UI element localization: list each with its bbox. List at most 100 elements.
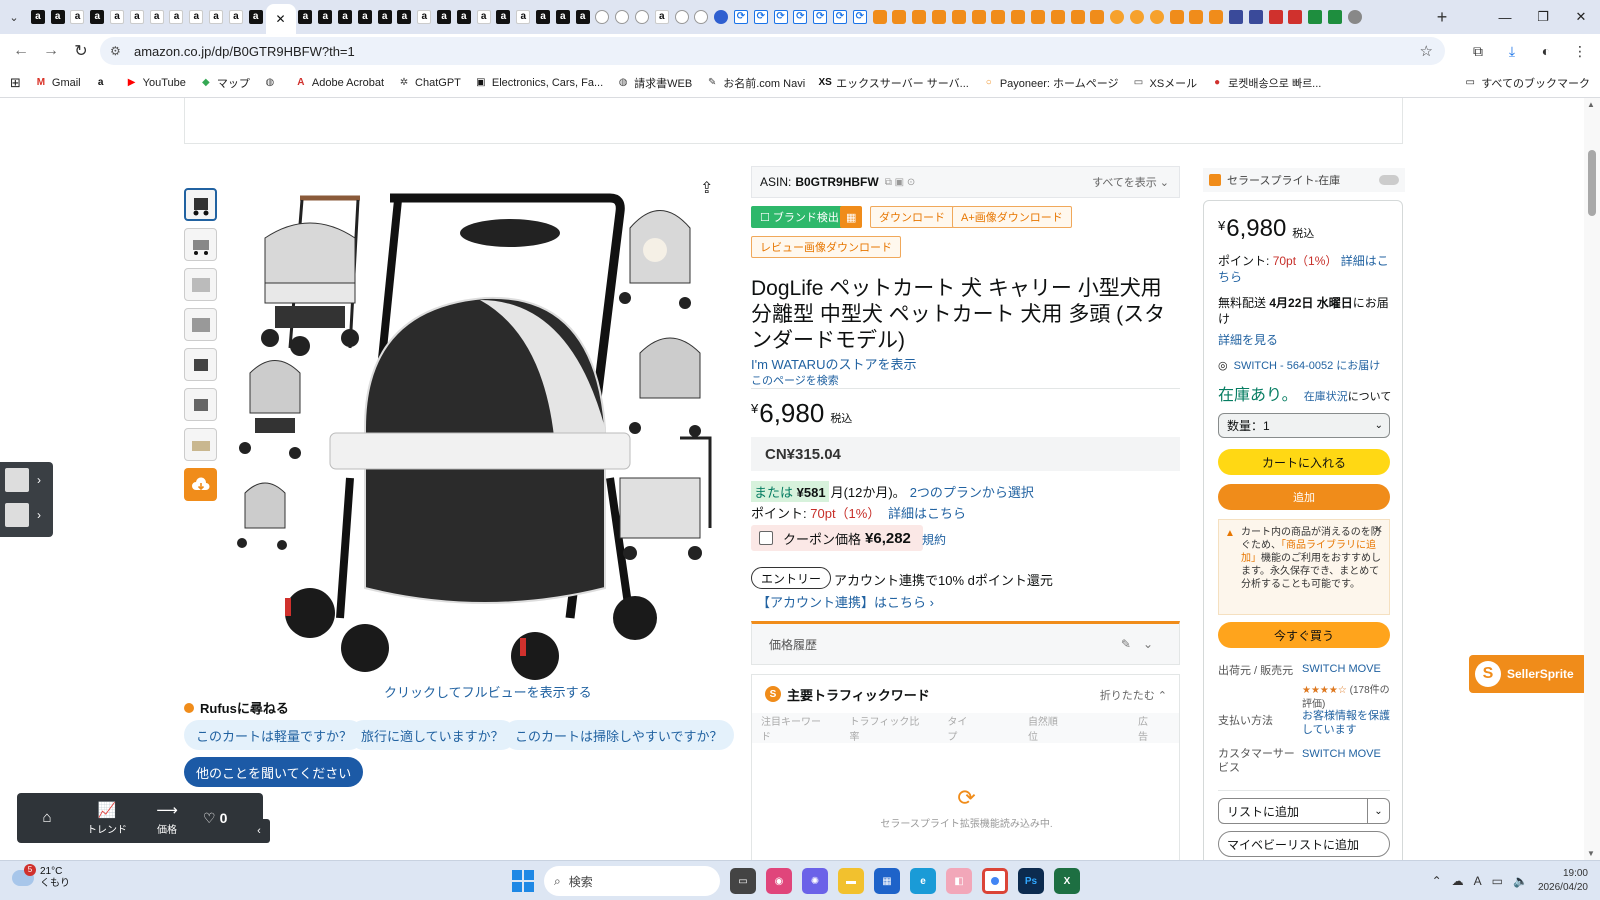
excel-icon[interactable]: X	[1054, 868, 1080, 894]
page-scrollbar[interactable]: ▲ ▼	[1584, 98, 1600, 860]
browser-tab[interactable]: a	[167, 4, 187, 30]
store-icon[interactable]: ▦	[874, 868, 900, 894]
thumbnail[interactable]	[184, 348, 217, 381]
add-to-cart-button[interactable]: カートに入れる	[1218, 449, 1390, 475]
browser-tab[interactable]: a	[533, 4, 553, 30]
clock[interactable]: 19:00 2026/04/20	[1538, 867, 1588, 895]
address-bar[interactable]: ⚙ amazon.co.jp/dp/B0GTR9HBFW?th=1 ☆	[100, 37, 1445, 65]
bookmark-item[interactable]: ◆ マップ	[200, 75, 250, 91]
browser-tab[interactable]	[1107, 4, 1127, 30]
weather-widget[interactable]: 5 21°C くもり	[12, 864, 70, 890]
browser-tab[interactable]	[672, 4, 692, 30]
show-all-toggle[interactable]: すべてを表示 ⌄	[1092, 174, 1169, 190]
browser-tab[interactable]: a	[375, 4, 395, 30]
browser-tab[interactable]	[692, 4, 712, 30]
rufus-question-chip[interactable]: このカートは掃除しやすいですか？	[503, 720, 735, 750]
bookmark-item[interactable]: M Gmail	[35, 77, 81, 89]
browser-tab[interactable]: a	[395, 4, 415, 30]
browser-tab[interactable]	[1186, 4, 1206, 30]
seller-rating[interactable]: ★★★★☆ (178件の評価)	[1302, 684, 1392, 712]
browser-tab[interactable]: a	[226, 4, 246, 30]
browser-tab[interactable]	[1048, 4, 1068, 30]
bookmark-item[interactable]: ▶ YouTube	[126, 77, 186, 89]
browser-tab[interactable]: a	[573, 4, 593, 30]
active-tab[interactable]: ✕	[265, 4, 296, 34]
entry-button[interactable]: エントリー	[751, 567, 832, 589]
browser-tab[interactable]	[612, 4, 632, 30]
scroll-up-icon[interactable]: ▲	[1587, 100, 1595, 109]
browser-tab[interactable]	[711, 4, 731, 30]
coupon-box[interactable]: クーポン価格 ¥6,282	[751, 525, 923, 551]
site-info-icon[interactable]: ⚙	[110, 44, 126, 58]
browser-tab[interactable]	[1285, 4, 1305, 30]
browser-tab[interactable]: a	[206, 4, 226, 30]
windows-start-icon[interactable]	[512, 870, 534, 892]
bookmark-item[interactable]: XS エックスサーバー サーバ...	[818, 75, 968, 91]
browser-tab[interactable]: a	[127, 4, 147, 30]
browser-tab[interactable]: a	[107, 4, 127, 30]
baby-list-button[interactable]: マイベビーリストに追加	[1218, 831, 1390, 857]
bookmark-item[interactable]: a	[95, 77, 112, 89]
profile-icon[interactable]: ◐	[1532, 37, 1560, 65]
delivery-address[interactable]: ◎ SWITCH - 564-0052 にお届け	[1218, 357, 1380, 373]
scroll-thumb[interactable]	[1588, 150, 1596, 216]
cloud-off-icon[interactable]: ☁	[1452, 874, 1464, 888]
extensions-icon[interactable]: ⧉	[1464, 37, 1492, 65]
collapse-bar-icon[interactable]: ‹	[248, 819, 270, 843]
browser-tab[interactable]: a	[355, 4, 375, 30]
browser-tab[interactable]	[988, 4, 1008, 30]
review-image-download-button[interactable]: レビュー画像ダウンロード	[751, 236, 901, 258]
sellersprite-floating-button[interactable]: S SellerSprite	[1469, 655, 1584, 693]
browser-tab[interactable]: a	[474, 4, 494, 30]
taskbar-search[interactable]: ⌕ 検索	[544, 866, 720, 896]
browser-tab[interactable]	[909, 4, 929, 30]
scroll-down-icon[interactable]: ▼	[1587, 849, 1595, 858]
edge-icon[interactable]: e	[910, 868, 936, 894]
browser-tab[interactable]: a	[68, 4, 88, 30]
browser-tab[interactable]	[1147, 4, 1167, 30]
browser-tab[interactable]	[1068, 4, 1088, 30]
browser-tab[interactable]	[593, 4, 613, 30]
browser-tab[interactable]	[929, 4, 949, 30]
product-main-image[interactable]	[230, 178, 720, 698]
installment-plan-link[interactable]: 2つのプランから選択	[910, 482, 1034, 501]
browser-tab[interactable]: ⟳	[771, 4, 791, 30]
thumbnail[interactable]	[184, 428, 217, 461]
bookmark-item[interactable]: ▣ Electronics, Cars, Fa...	[475, 77, 603, 89]
new-tab-button[interactable]: +	[1428, 4, 1456, 30]
stock-link[interactable]: 在庫状況	[1304, 391, 1348, 403]
browser-tab[interactable]	[889, 4, 909, 30]
browser-tab[interactable]: a	[246, 4, 266, 30]
photoshop-icon[interactable]: Ps	[1018, 868, 1044, 894]
browser-tab[interactable]	[1206, 4, 1226, 30]
browser-tab[interactable]: ⟳	[850, 4, 870, 30]
price-history-panel[interactable]: 価格履歴 ✎⌄	[751, 621, 1180, 665]
quantity-select[interactable]: 数量：1 ⌄	[1218, 413, 1390, 438]
browser-tab[interactable]: a	[335, 4, 355, 30]
account-link[interactable]: 【アカウント連携】はこちら ›	[757, 592, 934, 611]
thumbnail[interactable]	[184, 188, 217, 221]
all-bookmarks[interactable]: ▭ すべてのブックマーク	[1464, 75, 1590, 91]
thumbnail[interactable]	[184, 308, 217, 341]
copilot-icon[interactable]: ✺	[802, 868, 828, 894]
edit-icon[interactable]: ✎⌄	[1121, 637, 1165, 651]
close-icon[interactable]: ✕	[1374, 524, 1383, 537]
minimize-icon[interactable]: —	[1486, 0, 1524, 34]
browser-tab[interactable]: ⟳	[790, 4, 810, 30]
bookmark-item[interactable]: ◍	[264, 77, 281, 89]
chevron-up-icon[interactable]: ⌃	[1432, 874, 1442, 888]
browser-tab[interactable]: a	[87, 4, 107, 30]
delivery-detail-link[interactable]: 詳細を見る	[1218, 331, 1278, 348]
browser-tab[interactable]	[1325, 4, 1345, 30]
menu-icon[interactable]: ⋮	[1566, 37, 1594, 65]
browser-tab[interactable]: a	[553, 4, 573, 30]
bookmark-item[interactable]: ◍ 請求書WEB	[617, 75, 692, 91]
download-button[interactable]: ダウンロード	[870, 206, 954, 228]
browser-tab[interactable]: ⟳	[731, 4, 751, 30]
chevron-down-icon[interactable]: ⌄	[1367, 799, 1389, 823]
support-value[interactable]: SWITCH MOVE	[1302, 747, 1381, 761]
fullview-link[interactable]: クリックしてフルビューを表示する	[384, 682, 592, 701]
thumbnail[interactable]	[184, 268, 217, 301]
browser-tab[interactable]	[870, 4, 890, 30]
browser-tab[interactable]: a	[414, 4, 434, 30]
